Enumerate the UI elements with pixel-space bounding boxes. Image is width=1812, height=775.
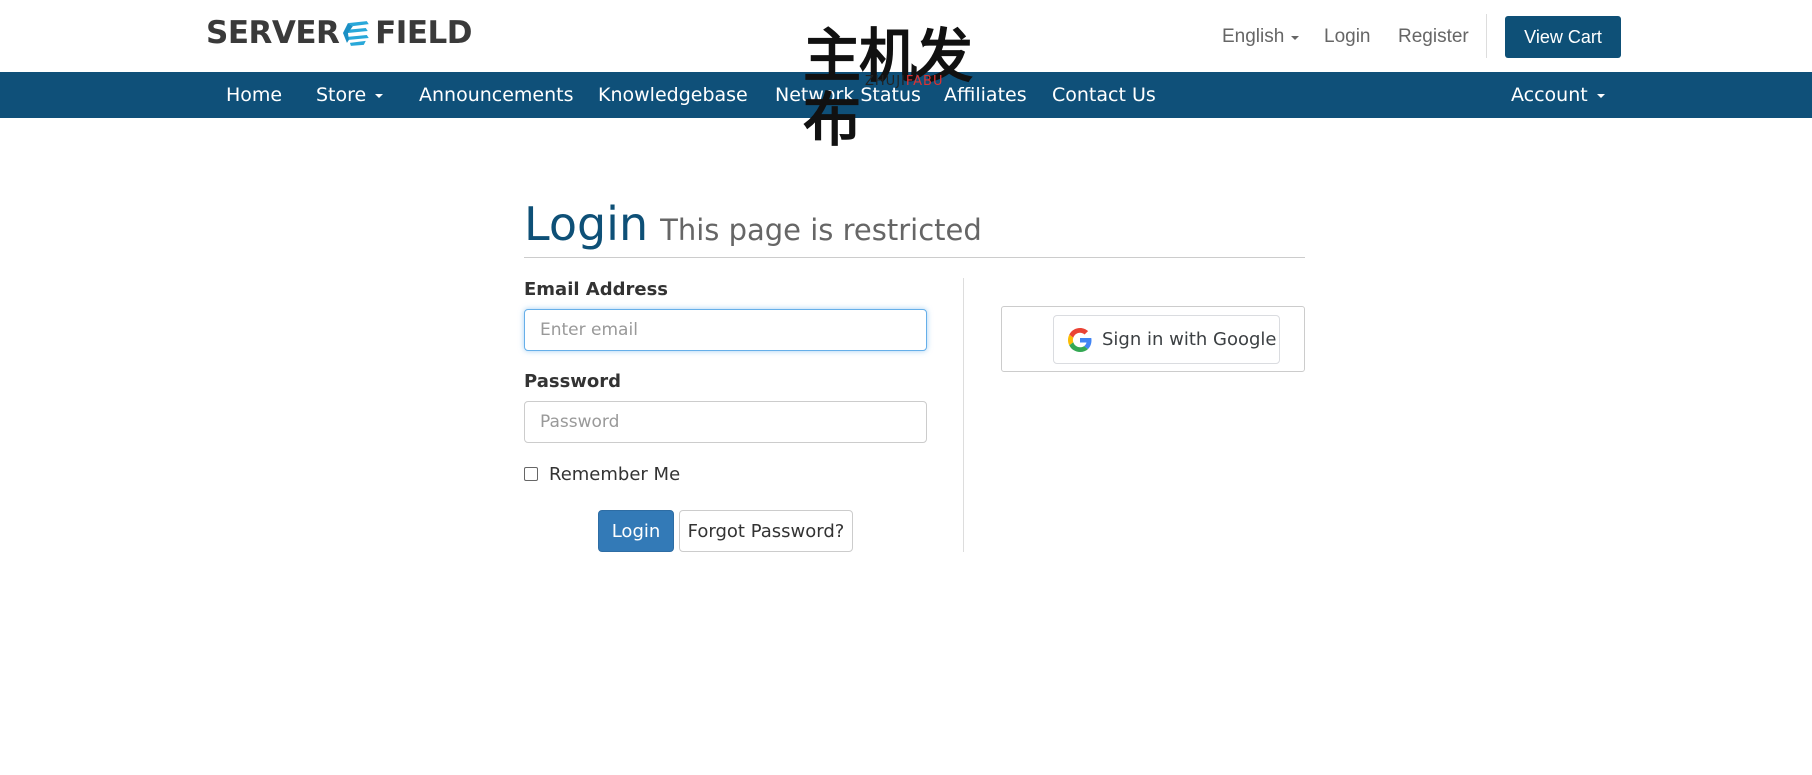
login-button[interactable]: Login (598, 510, 674, 552)
nav-item-contact-us[interactable]: Contact Us (1052, 72, 1156, 118)
remember-me[interactable]: Remember Me (524, 463, 681, 485)
login-link[interactable]: Login (1324, 16, 1371, 58)
nav-item-label: Announcements (419, 84, 574, 106)
remember-me-checkbox[interactable] (524, 467, 538, 481)
logo-text-left: SERVER (206, 15, 340, 51)
page-header: Login This page is restricted (524, 196, 1305, 258)
google-signin-label: Sign in with Google (1102, 329, 1277, 350)
nav-item-label: Contact Us (1052, 84, 1156, 106)
language-label: English (1222, 26, 1285, 47)
google-signin-button[interactable]: Sign in with Google (1053, 315, 1280, 364)
main-navigation: Home Store Announcements Knowledgebase N… (0, 72, 1812, 118)
header-topbar: SERVER FIELD English Login Register View… (0, 0, 1812, 72)
nav-item-label: Account (1511, 84, 1588, 106)
caret-down-icon (1596, 94, 1605, 98)
column-divider (963, 278, 964, 552)
google-icon (1068, 327, 1092, 352)
forgot-password-button[interactable]: Forgot Password? (679, 510, 853, 552)
login-link-label: Login (1324, 26, 1371, 47)
logo-mark-icon (343, 21, 370, 46)
nav-item-label: Knowledgebase (598, 84, 748, 106)
nav-item-label: Store (316, 84, 367, 106)
nav-item-affiliates[interactable]: Affiliates (944, 72, 1027, 118)
nav-item-knowledgebase[interactable]: Knowledgebase (598, 72, 748, 118)
caret-down-icon (1291, 36, 1300, 40)
view-cart-button[interactable]: View Cart (1505, 16, 1621, 58)
email-label: Email Address (524, 279, 669, 300)
nav-item-home[interactable]: Home (226, 72, 282, 118)
register-link-label: Register (1398, 26, 1469, 47)
nav-item-store[interactable]: Store (316, 72, 384, 118)
header-divider (1486, 14, 1487, 58)
site-logo[interactable]: SERVER FIELD (206, 4, 472, 62)
page-title: Login (524, 197, 649, 251)
nav-item-account[interactable]: Account (1511, 72, 1605, 118)
nav-item-announcements[interactable]: Announcements (419, 72, 574, 118)
password-label: Password (524, 371, 622, 392)
nav-item-label: Network Status (775, 84, 921, 106)
password-input[interactable] (524, 401, 927, 443)
nav-item-label: Affiliates (944, 84, 1027, 106)
caret-down-icon (375, 94, 384, 98)
remember-me-label: Remember Me (549, 463, 681, 485)
nav-item-label: Home (226, 84, 283, 106)
email-input[interactable] (524, 309, 927, 351)
page-subtitle: This page is restricted (660, 213, 982, 247)
nav-item-network-status[interactable]: Network Status (775, 72, 921, 118)
logo-text-right: FIELD (375, 15, 472, 51)
language-dropdown[interactable]: English (1222, 16, 1300, 58)
register-link[interactable]: Register (1398, 16, 1469, 58)
